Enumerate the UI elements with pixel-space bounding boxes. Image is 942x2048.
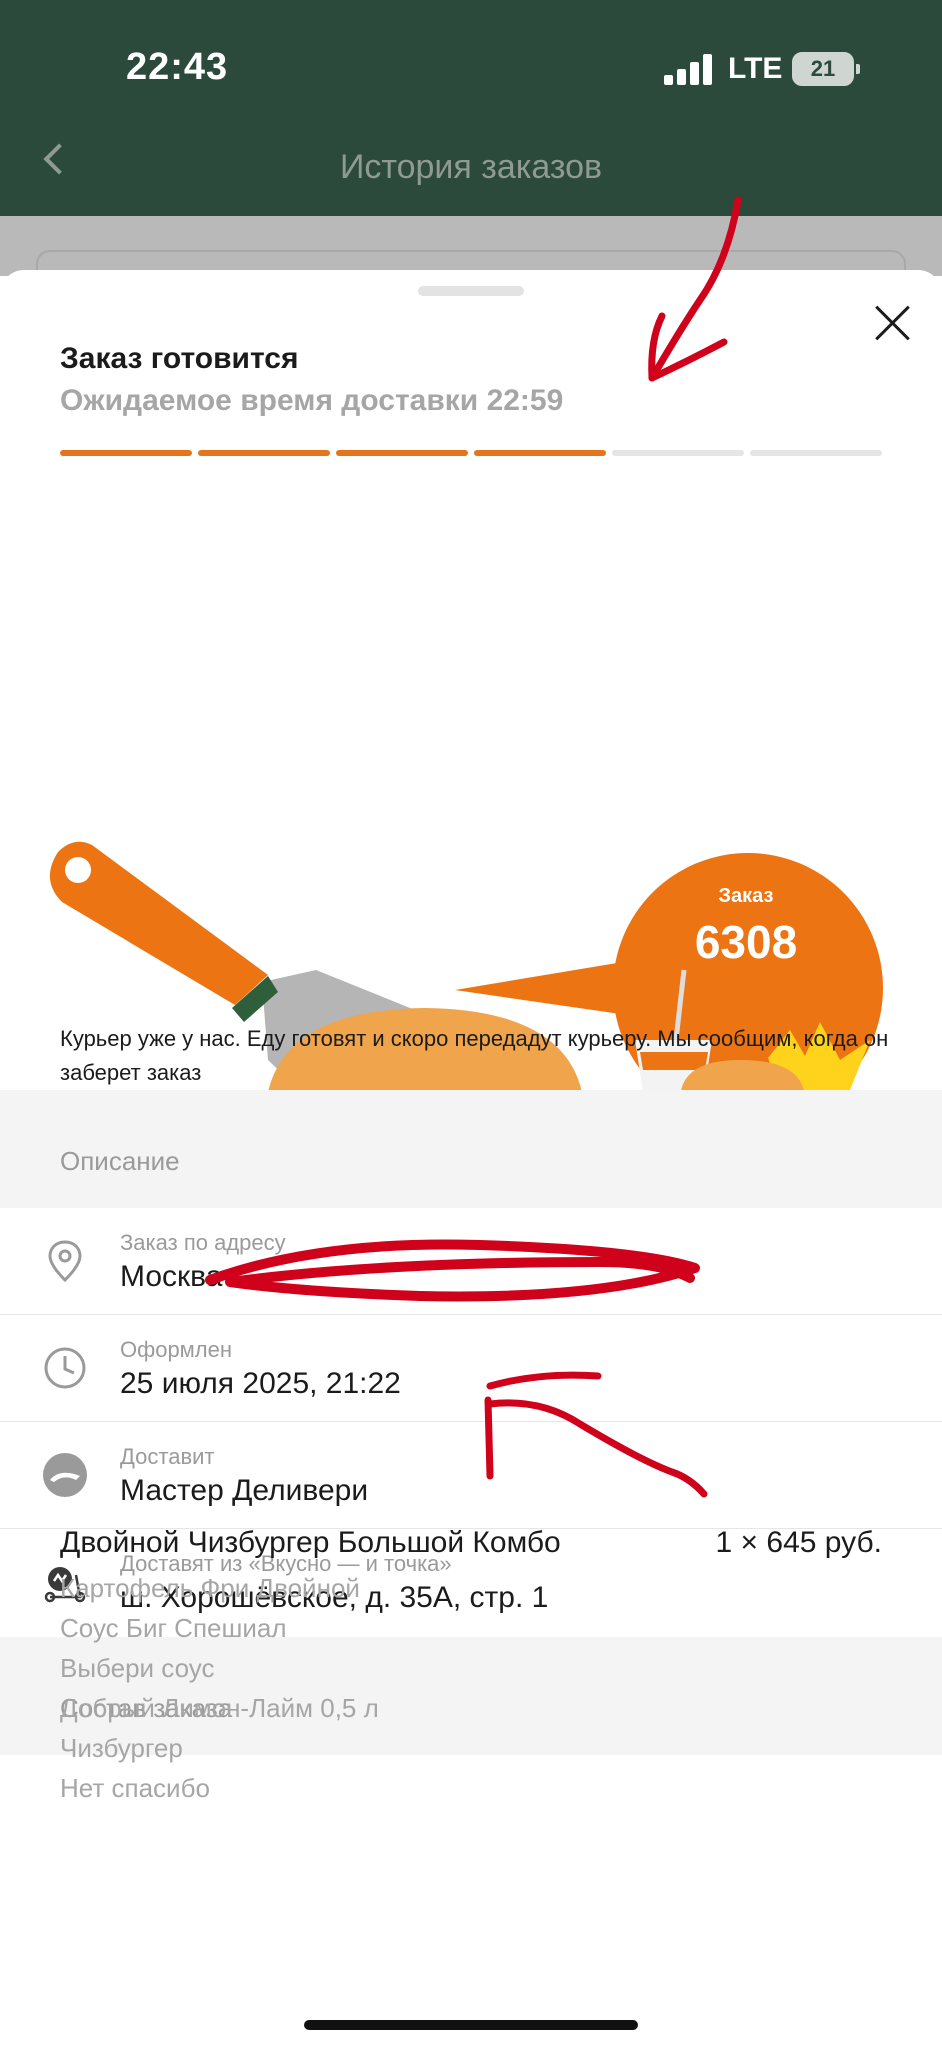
home-indicator: [304, 2020, 638, 2030]
address-value: Москва: [120, 1260, 223, 1293]
address-row: Заказ по адресу Москва: [0, 1208, 942, 1315]
network-type: LTE: [728, 52, 783, 85]
order-item-component: Картофель Фри Двойной: [60, 1573, 360, 1603]
progress-segment: [612, 450, 744, 456]
delivery-service-row: Доставит Мастер Деливери: [0, 1422, 942, 1529]
order-item-component: Чизбургер: [60, 1733, 183, 1763]
description-title: Описание: [60, 1146, 180, 1176]
order-progress-bar: [60, 450, 882, 456]
battery-level: 21: [810, 56, 836, 81]
order-status: Заказ готовится: [60, 342, 299, 375]
progress-segment: [198, 450, 330, 456]
order-placed-label: Оформлен: [120, 1337, 233, 1362]
progress-segment: [336, 450, 468, 456]
location-pin-icon: [48, 1240, 82, 1283]
order-number: 6308: [695, 916, 797, 968]
order-placed-row: Оформлен 25 июля 2025, 21:22: [0, 1315, 942, 1422]
status-time: 22:43: [126, 46, 229, 88]
address-label: Заказ по адресу: [120, 1230, 286, 1255]
order-status-message: Курьер уже у нас. Еду готовят и скоро пе…: [60, 1026, 889, 1085]
description-section-header: Описание: [0, 1090, 942, 1208]
page-title: История заказов: [339, 148, 603, 186]
order-item-component: Выбери соус: [60, 1653, 215, 1683]
order-placed-value: 25 июля 2025, 21:22: [120, 1367, 401, 1400]
badge-label: Заказ: [719, 885, 774, 907]
progress-segment: [750, 450, 882, 456]
battery-icon: 21: [792, 52, 860, 86]
signal-icon: [664, 53, 712, 85]
order-item-price: 1 × 645 руб.: [715, 1526, 882, 1559]
order-item-component: Добрый Лимон-Лайм 0,5 л: [60, 1693, 379, 1723]
progress-segment: [474, 450, 606, 456]
order-item-components: Картофель Фри Двойной Соус Биг Спешиал Выб…: [60, 1568, 379, 1808]
order-item-component: Соус Биг Спешиал: [60, 1613, 287, 1643]
order-item-name: Двойной Чизбургер Большой Комбо: [60, 1526, 561, 1559]
order-item-component: Нет спасибо: [60, 1773, 210, 1803]
clock-icon: [44, 1347, 86, 1389]
delivery-service-icon: [43, 1453, 87, 1497]
close-icon[interactable]: [872, 302, 914, 344]
order-eta: Ожидаемое время доставки 22:59: [60, 384, 564, 417]
delivery-service-value: Мастер Деливери: [120, 1474, 369, 1507]
top-bar: 22:43 LTE 21 История заказов: [0, 0, 942, 216]
progress-segment: [60, 450, 192, 456]
sheet-grabber[interactable]: [418, 286, 524, 296]
delivery-service-label: Доставит: [120, 1444, 215, 1469]
